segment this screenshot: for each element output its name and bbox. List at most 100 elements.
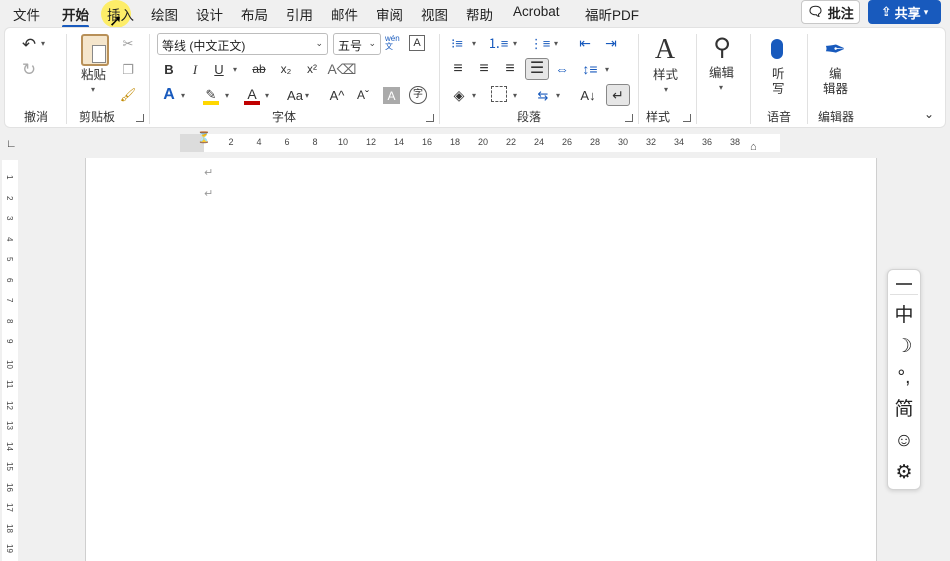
underline-button[interactable]: U <box>212 61 226 77</box>
change-case-button[interactable]: Aa <box>284 87 306 103</box>
minimize-icon[interactable] <box>896 283 912 285</box>
phonetic-guide-icon[interactable]: wén 文 <box>385 32 401 54</box>
change-case-dropdown-icon[interactable]: ▾ <box>305 92 309 100</box>
share-button[interactable]: ⇪ 共享 ▾ <box>868 0 941 24</box>
font-color-icon[interactable]: A <box>243 86 261 106</box>
font-color-dropdown-icon[interactable]: ▾ <box>265 92 269 100</box>
text-effects-icon[interactable]: A <box>160 86 178 104</box>
copy-icon[interactable]: ❐ <box>120 61 136 77</box>
editor-pen-icon[interactable]: ✒ <box>820 34 850 64</box>
font-launcher-icon[interactable] <box>426 114 434 122</box>
styles-button-label[interactable]: 样式 <box>653 69 678 82</box>
justify-icon[interactable]: ☰ <box>525 58 549 80</box>
tab-selector-icon[interactable]: ∟ <box>6 138 17 150</box>
increase-indent-icon[interactable]: ⇥ <box>602 35 620 51</box>
menu-review[interactable]: 审阅 <box>376 4 403 24</box>
multilevel-dropdown-icon[interactable]: ▾ <box>554 40 558 48</box>
editor-label-1[interactable]: 编 <box>829 68 842 81</box>
bullets-dropdown-icon[interactable]: ▾ <box>472 40 476 48</box>
paragraph-mark: ↵ <box>204 167 214 179</box>
paste-dropdown-icon[interactable]: ▾ <box>91 86 95 94</box>
document-page[interactable] <box>85 158 877 561</box>
menu-draw[interactable]: 绘图 <box>151 4 178 24</box>
menu-mailings[interactable]: 邮件 <box>331 4 358 24</box>
right-indent-icon[interactable]: ⌂ <box>750 141 757 153</box>
menu-references[interactable]: 引用 <box>286 4 313 24</box>
char-shading-icon[interactable]: A <box>383 87 400 104</box>
dictate-label-2[interactable]: 写 <box>772 83 785 96</box>
numbering-dropdown-icon[interactable]: ▾ <box>513 40 517 48</box>
shading-icon[interactable]: ◈ <box>450 86 468 104</box>
sort-icon[interactable]: A↓ <box>578 86 598 104</box>
bullets-icon[interactable]: ⁝≡ <box>448 35 466 51</box>
menu-acrobat[interactable]: Acrobat <box>513 4 560 19</box>
editing-label[interactable]: 编辑 <box>709 67 734 80</box>
shrink-font-button[interactable]: Aˇ <box>354 87 372 103</box>
cut-icon[interactable]: ✂ <box>120 35 136 51</box>
multilevel-list-icon[interactable]: ⋮≡ <box>530 35 551 51</box>
align-left-icon[interactable]: ≡ <box>449 61 467 77</box>
menu-home[interactable]: 开始 <box>62 4 89 28</box>
ribbon-collapse-chevron-icon[interactable]: ⌄ <box>924 108 934 120</box>
menu-layout[interactable]: 布局 <box>241 4 268 24</box>
menu-design[interactable]: 设计 <box>196 4 223 24</box>
dictate-label-1[interactable]: 听 <box>772 68 785 81</box>
emoji-icon[interactable]: ☺ <box>888 431 920 450</box>
subscript-button[interactable]: x₂ <box>277 61 295 77</box>
clear-formatting-icon[interactable]: A⌫ <box>327 60 356 78</box>
microphone-icon[interactable] <box>768 34 786 64</box>
menu-view[interactable]: 视图 <box>421 4 448 24</box>
numbering-icon[interactable]: ⒈≡ <box>488 35 509 51</box>
borders-icon[interactable] <box>491 86 507 102</box>
underline-dropdown-icon[interactable]: ▾ <box>233 66 237 74</box>
styles-launcher-icon[interactable] <box>683 114 691 122</box>
char-border-icon[interactable]: A <box>409 35 425 51</box>
font-name-select[interactable]: 等线 (中文正文) ⌄ <box>157 33 328 55</box>
shading-dropdown-icon[interactable]: ▾ <box>472 92 476 100</box>
ime-chinese-mode-button[interactable]: 中 <box>888 306 920 325</box>
format-painter-icon[interactable]: 🖌 <box>120 86 137 102</box>
clipboard-launcher-icon[interactable] <box>136 114 144 122</box>
chinese-layout-icon[interactable]: ⇆ <box>533 86 553 104</box>
italic-button[interactable]: I <box>188 61 202 77</box>
chinese-layout-dropdown-icon[interactable]: ▾ <box>556 92 560 100</box>
font-size-select[interactable]: 五号 ⌄ <box>333 33 381 55</box>
ime-simplified-button[interactable]: 简 <box>888 400 920 419</box>
strikethrough-button[interactable]: ab <box>250 61 268 77</box>
editor-label-2[interactable]: 辑器 <box>823 83 848 96</box>
grow-font-button[interactable]: A^ <box>328 87 346 103</box>
punctuation-icon[interactable]: °, <box>888 368 920 387</box>
menu-file[interactable]: 文件 <box>13 4 40 24</box>
styles-icon[interactable]: A <box>651 35 679 65</box>
show-marks-icon[interactable]: ↵ <box>606 84 630 106</box>
menu-help[interactable]: 帮助 <box>466 4 493 24</box>
align-center-icon[interactable]: ≡ <box>475 61 493 77</box>
text-effects-dropdown-icon[interactable]: ▾ <box>181 92 185 100</box>
distributed-icon[interactable]: ⇔ <box>553 61 571 77</box>
undo-icon[interactable]: ↶ <box>19 35 39 53</box>
first-line-indent-icon[interactable]: ⏳ <box>197 131 211 144</box>
bold-button[interactable]: B <box>162 61 176 77</box>
gear-icon[interactable]: ⚙ <box>888 463 920 482</box>
paste-icon[interactable] <box>81 34 109 66</box>
paragraph-launcher-icon[interactable] <box>625 114 633 122</box>
align-right-icon[interactable]: ≡ <box>501 61 519 77</box>
line-spacing-icon[interactable]: ↕≡ <box>581 61 599 77</box>
undo-dropdown-icon[interactable]: ▾ <box>41 40 45 48</box>
styles-dropdown-icon[interactable]: ▾ <box>664 86 668 94</box>
enclose-char-icon[interactable]: 字 <box>409 86 427 104</box>
paragraph-mark: ↵ <box>204 188 214 200</box>
line-spacing-dropdown-icon[interactable]: ▾ <box>605 66 609 74</box>
editing-dropdown-icon[interactable]: ▾ <box>719 84 723 92</box>
superscript-button[interactable]: x² <box>303 61 321 77</box>
decrease-indent-icon[interactable]: ⇤ <box>576 35 594 51</box>
highlight-color-icon[interactable]: ✎ <box>201 86 221 106</box>
paste-label[interactable]: 粘贴 <box>81 69 106 82</box>
redo-icon[interactable]: ↻ <box>19 60 39 78</box>
borders-dropdown-icon[interactable]: ▾ <box>513 92 517 100</box>
highlight-dropdown-icon[interactable]: ▾ <box>225 92 229 100</box>
menu-foxit-pdf[interactable]: 福昕PDF <box>585 4 639 24</box>
search-icon[interactable]: ⚲ <box>708 34 736 62</box>
moon-icon[interactable]: ☽ <box>888 337 920 356</box>
comment-button[interactable]: 🗨 批注 <box>801 0 860 24</box>
